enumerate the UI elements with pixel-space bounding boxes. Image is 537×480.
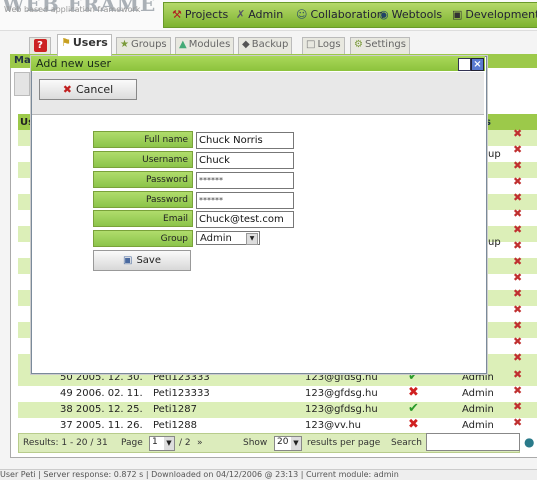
nav-webtools[interactable]: ◉ Webtools — [379, 8, 442, 21]
modules-icon: ▲ — [179, 39, 187, 50]
row-username: Peti1287 — [153, 404, 197, 415]
next-page-link[interactable]: » — [197, 438, 203, 448]
row-id-date: 49 2006. 02. 11. — [60, 388, 143, 399]
wrench-icon: ⚒ — [172, 8, 182, 21]
delete-user-icon[interactable]: ✖ — [513, 351, 522, 364]
delete-user-icon[interactable]: ✖ — [513, 271, 522, 284]
delete-user-icon[interactable]: ✖ — [513, 400, 522, 413]
page-label: Page — [121, 438, 143, 448]
nav-collaboration[interactable]: ☺ Collaboration — [296, 8, 384, 21]
top-nav: ⚒ Projects ✗ Admin ☺ Collaboration ◉ Webtool… — [163, 2, 537, 28]
active-check-icon[interactable]: ✔ — [408, 401, 419, 416]
username-field[interactable]: Chuck — [196, 152, 294, 169]
inactive-cross-icon[interactable]: ✖ — [408, 385, 419, 400]
delete-user-icon[interactable]: ✖ — [513, 368, 522, 381]
delete-user-icon[interactable]: ✖ — [513, 191, 522, 204]
search-label: Search — [391, 438, 422, 448]
cancel-icon: ✖ — [62, 83, 72, 96]
delete-user-icon[interactable]: ✖ — [513, 159, 522, 172]
row-fragment: up — [488, 149, 501, 160]
chevron-down-icon: ▼ — [291, 437, 301, 450]
password-label: Password — [93, 171, 193, 188]
password-field[interactable]: ****** — [196, 172, 294, 189]
group-select[interactable]: Admin ▼ — [196, 231, 260, 245]
delete-user-icon[interactable]: ✖ — [513, 384, 522, 397]
delete-user-icon[interactable]: ✖ — [513, 287, 522, 300]
floppy-disk-icon: ▣ — [123, 255, 133, 266]
groups-icon: ★ — [120, 39, 129, 50]
delete-user-icon[interactable]: ✖ — [513, 319, 522, 332]
search-icon[interactable]: ● — [524, 435, 534, 449]
delete-user-icon[interactable]: ✖ — [513, 207, 522, 220]
row-id-date: 38 2005. 12. 25. — [60, 404, 143, 415]
app-tagline: Web based application framework — [4, 5, 141, 14]
users-icon: ⚑ — [61, 36, 71, 49]
row-group: Admin — [462, 388, 494, 399]
row-id-date: 37 2005. 11. 26. — [60, 420, 143, 431]
status-bar: User Peti | Server response: 0.872 s | D… — [0, 469, 537, 480]
tab-users[interactable]: ⚑ Users — [57, 34, 112, 56]
row-username: Peti123333 — [153, 388, 210, 399]
globe-icon: ◉ — [379, 8, 389, 21]
chevron-down-icon: ▼ — [164, 437, 174, 450]
close-icon[interactable]: × — [471, 58, 484, 71]
inactive-cross-icon[interactable]: ✖ — [408, 417, 419, 432]
monitor-icon: ▣ — [452, 8, 463, 21]
full-name-label: Full name — [93, 131, 193, 148]
nav-development[interactable]: ▣ Development — [452, 8, 537, 21]
per-page-select[interactable]: 20 ▼ — [274, 436, 302, 451]
per-page-label: results per page — [307, 438, 381, 448]
backup-icon: ◆ — [242, 39, 250, 50]
row-email: 123@gfdsg.hu — [305, 388, 378, 399]
delete-user-icon[interactable]: ✖ — [513, 239, 522, 252]
tools-icon: ✗ — [236, 8, 246, 21]
page-total: / 2 — [179, 438, 191, 448]
delete-user-icon[interactable]: ✖ — [513, 303, 522, 316]
delete-user-icon[interactable]: ✖ — [513, 175, 522, 188]
delete-user-icon[interactable]: ✖ — [513, 223, 522, 236]
group-label: Group — [93, 230, 193, 247]
tab-backup[interactable]: ◆ Backup — [238, 37, 293, 55]
row-username: Peti1288 — [153, 420, 197, 431]
full-name-field[interactable]: Chuck Norris — [196, 132, 294, 149]
logs-icon: □ — [306, 39, 316, 50]
results-count: Results: 1 - 20 / 31 — [23, 438, 108, 448]
people-icon: ☺ — [296, 8, 308, 21]
help-icon: ? — [33, 39, 47, 52]
email-field[interactable]: Chuck@test.com — [196, 211, 294, 228]
maximize-icon[interactable] — [458, 58, 471, 71]
row-group: Admin — [462, 404, 494, 415]
email-label: Email — [93, 210, 193, 227]
row-email: 123@gfdsg.hu — [305, 404, 378, 415]
password-confirmation-label: Password Confirmation — [93, 191, 193, 222]
username-label: Username — [93, 151, 193, 168]
nav-admin[interactable]: ✗ Admin — [236, 8, 283, 21]
settings-icon: ⚙ — [354, 39, 363, 50]
dialog-title: Add new user — [36, 57, 112, 70]
delete-user-icon[interactable]: ✖ — [513, 143, 522, 156]
tab-modules[interactable]: ▲ Modules — [175, 37, 235, 55]
save-button[interactable]: ▣ Save — [93, 250, 191, 271]
panel-toolbar-button[interactable] — [14, 72, 30, 96]
search-input[interactable] — [426, 433, 520, 451]
show-label: Show — [243, 438, 268, 448]
row-group: Admin — [462, 420, 494, 431]
users-panel-title: Ma — [14, 55, 31, 66]
chevron-down-icon: ▼ — [246, 233, 258, 245]
page-select[interactable]: 1 ▼ — [149, 436, 175, 451]
delete-user-icon[interactable]: ✖ — [513, 416, 522, 429]
delete-user-icon[interactable]: ✖ — [513, 335, 522, 348]
tab-logs[interactable]: □ Logs — [302, 37, 345, 55]
cancel-button[interactable]: ✖ Cancel — [39, 79, 137, 100]
delete-user-icon[interactable]: ✖ — [513, 127, 522, 140]
tab-settings[interactable]: ⚙ Settings — [350, 37, 410, 55]
nav-projects[interactable]: ⚒ Projects — [172, 8, 228, 21]
delete-user-icon[interactable]: ✖ — [513, 255, 522, 268]
row-fragment: up — [488, 237, 501, 248]
tab-groups[interactable]: ★ Groups — [116, 37, 171, 55]
password-confirmation-field[interactable]: ****** — [196, 192, 294, 209]
row-email: 123@vv.hu — [305, 420, 362, 431]
